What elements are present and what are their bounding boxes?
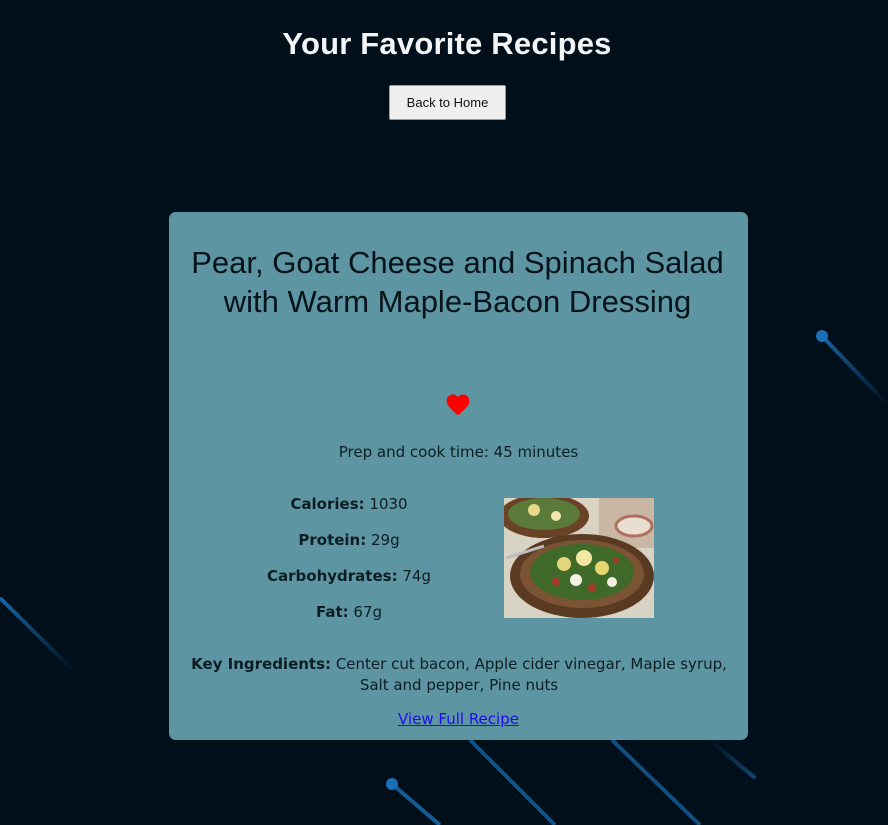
recipe-image: [504, 498, 654, 618]
nutrition-carbohydrates: Carbohydrates: 74g: [229, 565, 469, 601]
nutrition-fat: Fat: 67g: [229, 601, 469, 637]
streak-right: [820, 334, 888, 407]
recipe-title: Pear, Goat Cheese and Spinach Salad with…: [191, 245, 724, 319]
back-to-home-button[interactable]: Back to Home: [389, 85, 506, 120]
ingredients-text: Center cut bacon, Apple cider vinegar, M…: [335, 655, 727, 694]
heart-icon[interactable]: [445, 392, 471, 416]
streak-bottom-3: [610, 738, 702, 825]
nutrition-label: Carbohydrates:: [267, 567, 398, 585]
streak-right-dot: [816, 330, 828, 342]
nutrition-calories: Calories: 1030: [229, 493, 469, 529]
streak-bottom-1: [390, 782, 442, 825]
key-ingredients: Key Ingredients: Center cut bacon, Apple…: [179, 654, 739, 696]
nutrition-value: 1030: [369, 495, 408, 513]
nutrition-protein: Protein: 29g: [229, 529, 469, 565]
nutrition-label: Fat:: [315, 603, 349, 621]
nutrition-label: Protein:: [298, 531, 367, 549]
nutrition-value: 29g: [371, 531, 400, 549]
nutrition-value: 74g: [402, 567, 431, 585]
nutrition-label: Calories:: [290, 495, 365, 513]
prep-time: Prep and cook time: 45 minutes: [338, 443, 579, 461]
view-full-recipe-link[interactable]: View Full Recipe: [169, 710, 748, 728]
nutrition-value: 67g: [353, 603, 383, 621]
streak-bottom-1-dot: [386, 778, 398, 790]
page-title: Your Favorite Recipes: [282, 26, 612, 61]
streak-left: [0, 596, 77, 674]
nutrition-list: Calories: 1030 Protein: 29g Carbohydrate…: [229, 493, 469, 637]
streak-bottom-2: [468, 738, 557, 825]
recipe-card: Pear, Goat Cheese and Spinach Salad with…: [169, 212, 748, 740]
ingredients-label: Key Ingredients:: [191, 655, 332, 673]
streak-bottom-4: [708, 738, 757, 780]
